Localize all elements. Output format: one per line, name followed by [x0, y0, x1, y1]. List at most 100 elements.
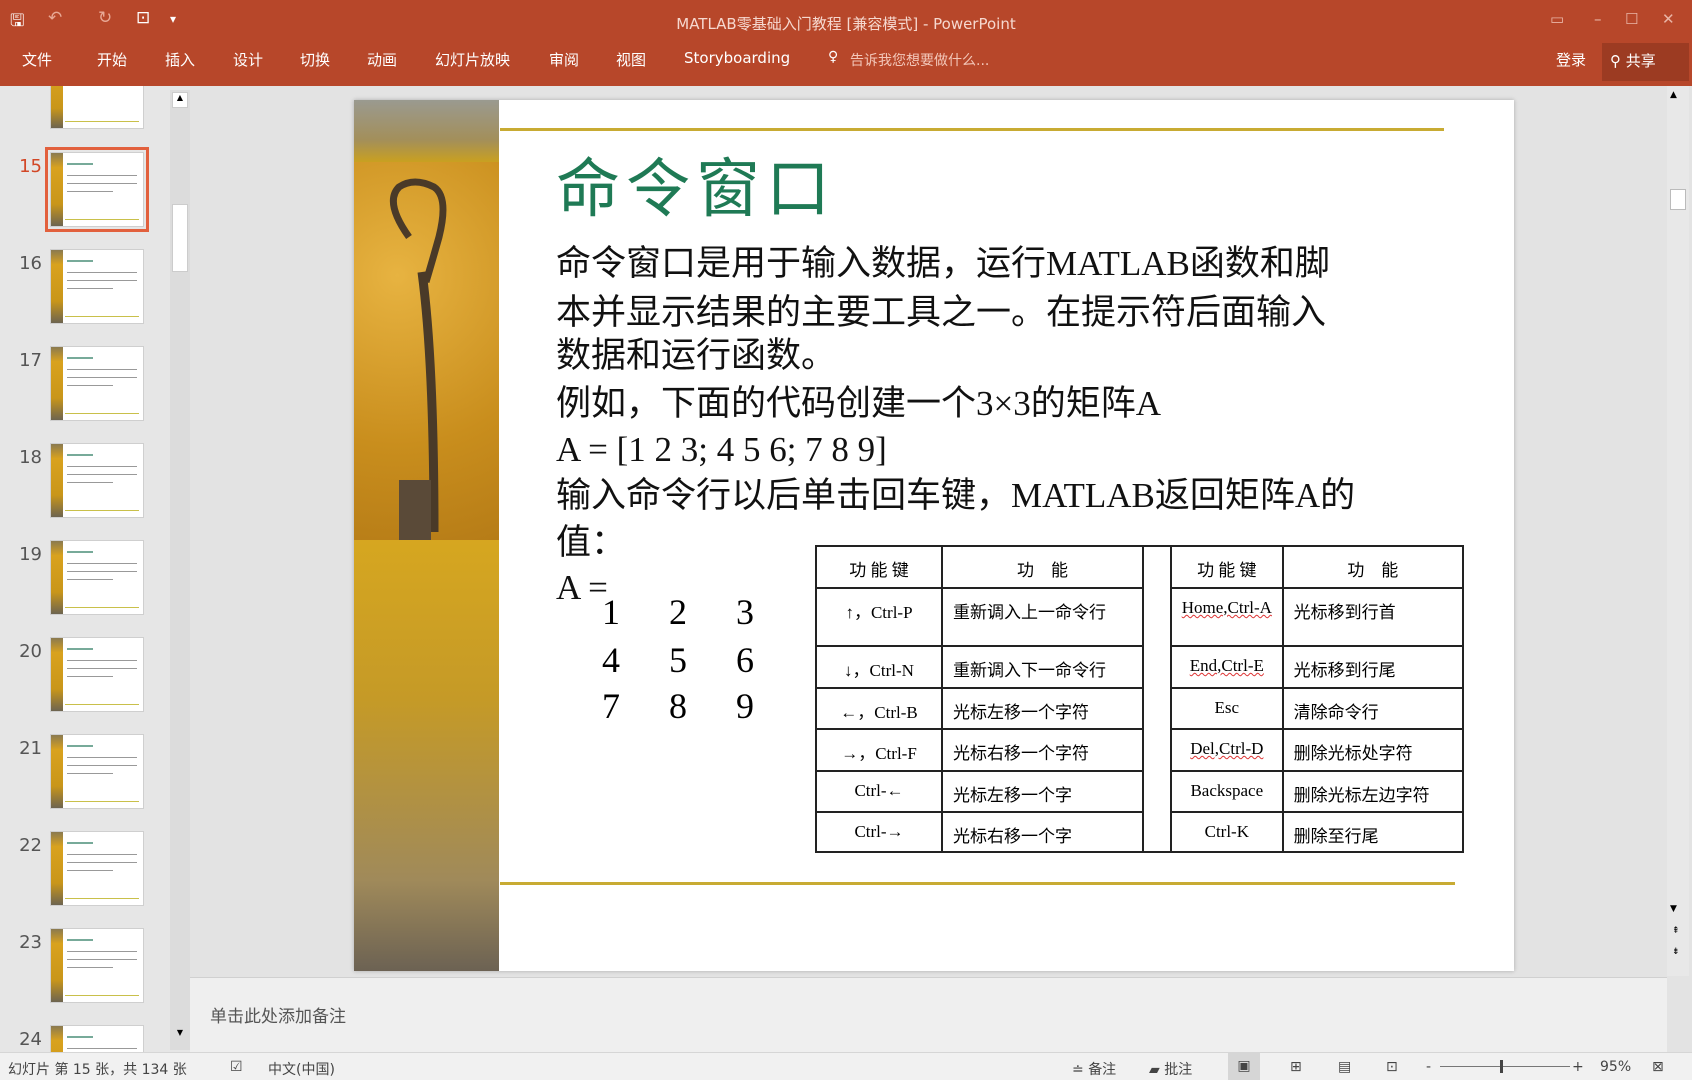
cell-text: 光标移到行尾	[1293, 661, 1396, 680]
slide-number: 23	[19, 932, 42, 953]
tab-design[interactable]: 设计	[233, 49, 263, 70]
key-cell: Del,Ctrl-D	[1170, 728, 1284, 772]
zoom-slider-thumb[interactable]	[1500, 1060, 1503, 1073]
tab-view[interactable]: 视图	[616, 49, 646, 70]
key-cell: End,Ctrl-E	[1170, 645, 1284, 689]
shortcut-table-left: 功 能 键功 能 ↑，Ctrl-P 重新调入上一命令行 ↓，Ctrl-N 重新调入下一命…	[815, 547, 1144, 853]
share-button[interactable]: ⚲ 共享	[1602, 43, 1689, 81]
person-icon: ⚲	[1610, 52, 1626, 70]
slide-thumbnail-19[interactable]	[50, 540, 144, 615]
matrix-value: 1	[602, 592, 620, 632]
tell-me-input[interactable]: 告诉我您想要做什么...	[850, 50, 989, 70]
tab-storyboarding[interactable]: Storyboarding	[684, 49, 790, 67]
tab-home[interactable]: 开始	[97, 49, 127, 70]
tab-transitions[interactable]: 切换	[300, 49, 330, 70]
status-bar: 幻灯片 第 15 张，共 134 张 ☑ 中文(中国) ≐ 备注 ▰ 批注 ▣ …	[0, 1052, 1692, 1080]
slideshow-view-icon[interactable]: ⊡	[1386, 1059, 1398, 1075]
function-cell: 重新调入上一命令行	[941, 587, 1144, 647]
table-header-cell: 功 能 键	[1170, 547, 1284, 589]
zoom-in-icon[interactable]: +	[1572, 1059, 1584, 1075]
scroll-up-icon[interactable]: ▲	[172, 92, 188, 108]
slide-thumbnail-22[interactable]	[50, 831, 144, 906]
ribbon-display-icon[interactable]: ▭	[1550, 10, 1564, 28]
minimize-icon[interactable]: –	[1594, 10, 1602, 28]
slide-number: 21	[19, 738, 42, 759]
notes-placeholder[interactable]: 单击此处添加备注	[210, 1002, 346, 1027]
zoom-level[interactable]: 95%	[1600, 1059, 1631, 1075]
slide-thumbnail-16[interactable]	[50, 249, 144, 324]
tab-slideshow[interactable]: 幻灯片放映	[435, 49, 510, 70]
slide-number: 18	[19, 447, 42, 468]
matrix-value: 9	[736, 686, 754, 726]
language-indicator[interactable]: 中文(中国)	[268, 1059, 335, 1079]
table-row: ←，Ctrl-B 光标左移一个字符	[815, 687, 1144, 730]
table-header-row: 功 能 键功 能	[815, 547, 1144, 589]
title-bar: 🖫 ↶ ↻ ⊡ ▾ MATLAB零基础入门教程 [兼容模式] - PowerPo…	[0, 0, 1692, 86]
cell-text: Ctrl-←	[854, 781, 904, 800]
key-cell: Esc	[1170, 687, 1284, 730]
table-row: →，Ctrl-F 光标右移一个字符	[815, 728, 1144, 772]
cell-text: 光标移到行首	[1293, 603, 1396, 622]
cell-text: Esc	[1214, 698, 1240, 717]
scroll-down-icon[interactable]: ▼	[172, 1028, 188, 1044]
comments-label: 批注	[1164, 1062, 1193, 1078]
function-cell: 重新调入下一命令行	[941, 645, 1144, 689]
thumbnail-scrollbar[interactable]: ▲ ▼	[170, 90, 190, 1050]
table-header-cell: 功 能	[941, 547, 1144, 589]
cell-text: Backspace	[1190, 781, 1264, 800]
tab-insert[interactable]: 插入	[165, 49, 195, 70]
slide-thumbnail-15[interactable]	[45, 147, 149, 232]
tab-review[interactable]: 审阅	[549, 49, 579, 70]
cell-text: 光标右移一个字	[953, 827, 1072, 846]
cell-text: 删除光标左边字符	[1293, 786, 1430, 805]
body-line: 本并显示结果的主要工具之一。在提示符后面输入	[556, 293, 1327, 332]
cell-text: Ctrl-K	[1204, 822, 1249, 841]
slide-thumbnail-21[interactable]	[50, 734, 144, 809]
notes-button[interactable]: ≐ 备注	[1072, 1059, 1116, 1079]
body-line: 命令窗口是用于输入数据，运行MATLAB函数和脚	[556, 244, 1330, 283]
slide-number: 16	[19, 253, 42, 274]
slide-number: 15	[19, 156, 42, 177]
fit-to-window-icon[interactable]: ⊠	[1652, 1059, 1664, 1075]
spell-check-icon[interactable]: ☑	[230, 1059, 243, 1075]
maximize-icon[interactable]: ☐	[1625, 10, 1638, 28]
reading-view-icon[interactable]: ▤	[1338, 1059, 1351, 1075]
body-line: A = [1 2 3; 4 5 6; 7 8 9]	[556, 430, 887, 469]
zoom-out-icon[interactable]: -	[1426, 1059, 1431, 1075]
slide-title: 命令窗口	[556, 153, 836, 227]
previous-slide-icon[interactable]: ⇞	[1672, 926, 1680, 936]
slide-thumbnail-20[interactable]	[50, 637, 144, 712]
close-icon[interactable]: ✕	[1662, 10, 1675, 28]
scrollbar-thumb[interactable]	[1670, 189, 1686, 210]
zoom-slider[interactable]	[1440, 1060, 1570, 1073]
scroll-down-icon[interactable]: ▼	[1670, 904, 1677, 914]
slide-thumbnail-24[interactable]	[50, 1025, 144, 1052]
matrix-value: 3	[736, 592, 754, 632]
cell-text: 删除光标处字符	[1293, 744, 1413, 763]
function-cell: 光标移到行首	[1281, 587, 1465, 647]
normal-view-icon[interactable]: ▣	[1228, 1053, 1260, 1080]
body-line: 输入命令行以后单击回车键，MATLAB返回矩阵A的	[556, 476, 1356, 515]
slide-canvas[interactable]: 命令窗口 命令窗口是用于输入数据，运行MATLAB函数和脚 本并显示结果的主要工…	[354, 100, 1514, 971]
table-row: ↓，Ctrl-N 重新调入下一命令行	[815, 645, 1144, 689]
comments-button[interactable]: ▰ 批注	[1149, 1059, 1192, 1079]
notes-label: 备注	[1088, 1062, 1117, 1078]
slide-thumbnail-panel: 15 16 17 18 19 20 21 22 23 24 ▲ ▼	[0, 86, 190, 1052]
slide-sorter-icon[interactable]: ⊞	[1290, 1059, 1302, 1075]
function-cell: 光标左移一个字	[941, 770, 1144, 813]
notes-pane[interactable]: 单击此处添加备注	[190, 977, 1667, 1052]
next-slide-icon[interactable]: ⇟	[1672, 947, 1680, 957]
scroll-up-icon[interactable]: ▲	[1670, 90, 1677, 100]
login-button[interactable]: 登录	[1556, 49, 1586, 70]
slide-thumbnail-14[interactable]	[50, 86, 144, 129]
cell-text: 光标左移一个字符	[953, 703, 1089, 722]
slide-thumbnail-18[interactable]	[50, 443, 144, 518]
slide-thumbnail-23[interactable]	[50, 928, 144, 1003]
key-cell: Ctrl-K	[1170, 811, 1284, 853]
scrollbar-thumb[interactable]	[172, 204, 188, 272]
tab-animations[interactable]: 动画	[367, 49, 397, 70]
slide-thumbnail-17[interactable]	[50, 346, 144, 421]
main-scrollbar[interactable]: ▲ ▼ ⇞ ⇟	[1667, 86, 1689, 976]
key-cell: →，Ctrl-F	[815, 728, 943, 772]
tab-file[interactable]: 文件	[22, 49, 52, 70]
